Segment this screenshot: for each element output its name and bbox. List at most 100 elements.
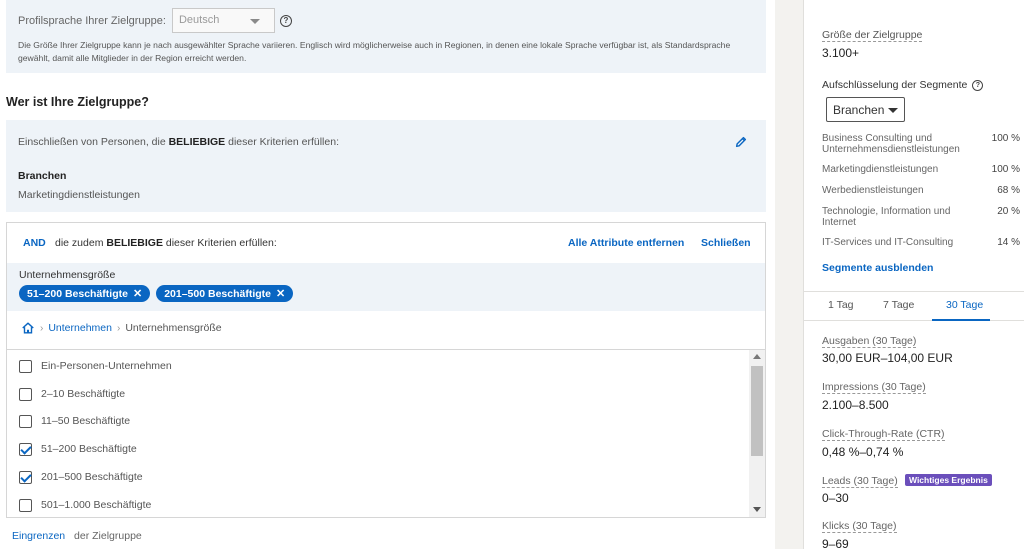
key-result-badge: Wichtiges Ergebnis [905,474,992,486]
list-item[interactable]: Ein-Personen-Unternehmen [19,356,172,376]
checkbox[interactable] [19,498,32,512]
option-label: Ein-Personen-Unternehmen [41,360,172,372]
segment-row: IT-Services und IT-Consulting 14 % [822,237,1022,249]
option-label: 501–1.000 Beschäftigte [41,499,152,511]
criterion-value: Marketingdienstleistungen [18,189,140,201]
language-panel: Profilsprache Ihrer Zielgruppe: Deutsch … [6,0,766,73]
metric-value-clicks: 9–69 [822,537,849,549]
close-link[interactable]: Schließen [701,237,751,249]
checkbox[interactable] [19,359,32,373]
metric-label-ctr: Click-Through-Rate (CTR) [822,428,945,441]
metric-label-spend: Ausgaben (30 Tage) [822,335,917,348]
language-select-value: Deutsch [178,14,220,26]
segment-label: Technologie, Information und Internet [822,206,951,228]
scroll-down-icon[interactable] [753,507,761,512]
segment-label: IT-Services und IT-Consulting [822,237,954,248]
segments-select[interactable]: Branchen [826,97,905,122]
breadcrumb-separator: › [116,322,121,334]
chip-51-200[interactable]: 51–200 Beschäftigte ✕ [19,285,151,302]
segment-row: Business Consulting und Unternehmensdien… [822,133,1022,155]
include-text-before: Einschließen von Personen, die [18,136,169,148]
targeting-editor: Profilsprache Ihrer Zielgruppe: Deutsch … [0,0,775,549]
chip-label: 201–500 Beschäftigte [164,287,272,300]
breadcrumb-separator: › [40,322,44,334]
panel-gap [775,0,803,549]
segment-row: Werbedienstleistungen 68 % [822,185,1022,197]
scroll-up-icon[interactable] [753,354,761,359]
tab-7-days[interactable]: 7 Tage [883,299,914,311]
list-item[interactable]: 11–50 Beschäftigte [19,411,130,431]
audience-size-value: 3.100+ [822,46,860,60]
segment-percent: 20 % [997,206,1020,217]
and-text-after: dieser Kriterien erfüllen: [162,237,277,249]
hide-segments-link[interactable]: Segmente ausblenden [822,262,933,274]
narrow-audience-text: der Zielgruppe [74,530,142,542]
include-text-after: dieser Kriterien erfüllen: [225,136,339,148]
option-label: 11–50 Beschäftigte [41,415,131,427]
segments-title-text: Aufschlüsselung der Segmente [822,79,968,91]
segment-row: Technologie, Information und Internet 20… [822,206,1022,228]
segment-label: Business Consulting und Unternehmensdien… [822,133,960,155]
option-label: 51–200 Beschäftigte [41,443,137,455]
chip-list: 51–200 Beschäftigte ✕ 201–500 Beschäftig… [19,285,294,302]
section-title: Wer ist Ihre Zielgruppe? [6,95,149,109]
and-criteria-panel: AND die zudem BELIEBIGE dieser Kriterien… [6,222,766,518]
close-icon[interactable]: ✕ [276,287,285,300]
segment-percent: 100 % [991,133,1020,144]
checkbox-checked[interactable] [19,470,32,484]
list-item[interactable]: 2–10 Beschäftigte [19,384,125,404]
active-tab-indicator [932,319,990,321]
list-item[interactable]: 51–200 Beschäftigte [19,439,137,459]
metric-label-impressions: Impressions (30 Tage) [822,381,926,394]
list-item[interactable]: 501–1.000 Beschäftigte [19,495,151,515]
checkbox-checked[interactable] [19,442,32,456]
metric-label-clicks: Klicks (30 Tage) [822,520,897,533]
list-item[interactable]: 201–500 Beschäftigte [19,467,143,487]
narrow-audience-row: Eingrenzen der Zielgruppe [12,530,142,542]
tab-1-day[interactable]: 1 Tag [828,299,854,311]
chip-201-500[interactable]: 201–500 Beschäftigte ✕ [156,285,294,302]
metric-value-leads: 0–30 [822,491,849,505]
breadcrumb: › Unternehmen › Unternehmensgröße [21,321,222,335]
tab-30-days[interactable]: 30 Tage [946,299,983,311]
metric-value-spend: 30,00 EUR–104,00 EUR [822,351,953,365]
scrollbar[interactable] [749,350,765,517]
and-description: die zudem BELIEBIGE dieser Kriterien erf… [55,237,277,249]
metric-value-impressions: 2.100–8.500 [822,398,889,412]
pencil-icon[interactable] [734,135,748,149]
segment-percent: 14 % [997,237,1020,248]
and-operator[interactable]: AND [23,237,46,249]
include-description: Einschließen von Personen, die BELIEBIGE… [18,136,339,148]
breadcrumb-current: Unternehmensgröße [125,322,222,334]
period-tabs: 1 Tag 7 Tage 30 Tage [804,291,1024,321]
segment-row: Marketingdienstleistungen 100 % [822,164,1022,176]
and-header: AND die zudem BELIEBIGE dieser Kriterien… [7,223,765,263]
language-select[interactable]: Deutsch [171,8,275,33]
include-criteria-panel: Einschließen von Personen, die BELIEBIGE… [6,120,766,212]
segment-label: Werbedienstleistungen [822,185,924,196]
checkbox[interactable] [19,414,32,428]
and-text-before: die zudem [55,237,107,249]
home-icon[interactable] [21,321,35,335]
company-size-options: Ein-Personen-Unternehmen 2–10 Beschäftig… [7,349,765,517]
chevron-down-icon [249,19,260,24]
segments-title: Aufschlüsselung der Segmente ? [822,79,984,91]
help-icon[interactable]: ? [279,14,292,27]
remove-all-attributes-link[interactable]: Alle Attribute entfernen [568,237,684,249]
audience-size-title: Größe der Zielgruppe [822,29,923,42]
company-size-selection: Unternehmensgröße 51–200 Beschäftigte ✕ … [7,263,765,311]
scrollbar-thumb[interactable] [751,366,763,456]
segment-percent: 68 % [997,185,1020,196]
language-label: Profilsprache Ihrer Zielgruppe: [18,14,166,27]
and-text-bold: BELIEBIGE [106,237,163,249]
option-label: 2–10 Beschäftigte [41,388,126,400]
narrow-audience-link[interactable]: Eingrenzen [12,530,65,542]
checkbox[interactable] [19,387,32,401]
close-icon[interactable]: ✕ [133,287,142,300]
include-text-bold: BELIEBIGE [168,136,226,148]
breadcrumb-link-unternehmen[interactable]: Unternehmen [48,322,112,334]
forecast-panel: Größe der Zielgruppe 3.100+ Aufschlüssel… [803,0,1024,549]
help-icon[interactable]: ? [972,79,984,91]
chip-label: 51–200 Beschäftigte [27,287,128,300]
criterion-title: Branchen [18,170,67,182]
